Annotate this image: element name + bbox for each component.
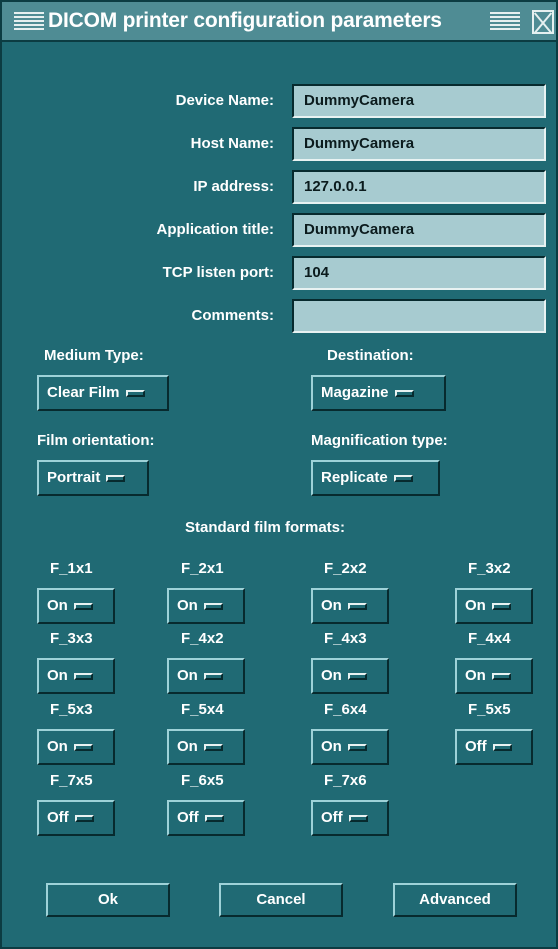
format-value: On [177, 738, 198, 755]
format-value: Off [47, 809, 69, 826]
option-menu-indicator-icon [347, 743, 367, 751]
film-orientation-value: Portrait [47, 469, 101, 486]
format-label: F_5x4 [181, 701, 224, 718]
tcp-listen-port-label: TCP listen port: [162, 264, 274, 281]
format-toggle-menu[interactable]: On [311, 658, 389, 694]
format-toggle-menu[interactable]: Off [311, 800, 389, 836]
ip-address-field[interactable]: 127.0.0.1 [292, 170, 546, 204]
format-label: F_3x3 [50, 630, 93, 647]
format-toggle-menu[interactable]: On [311, 729, 389, 765]
cancel-button[interactable]: Cancel [219, 883, 343, 917]
comments-label: Comments: [191, 307, 274, 324]
format-label: F_5x5 [468, 701, 511, 718]
destination-menu[interactable]: Magazine [311, 375, 446, 411]
format-value: On [321, 667, 342, 684]
option-menu-indicator-icon [73, 743, 93, 751]
format-label: F_1x1 [50, 560, 93, 577]
format-label: F_6x4 [324, 701, 367, 718]
application-title-label: Application title: [156, 221, 275, 238]
format-toggle-menu[interactable]: On [37, 588, 115, 624]
format-toggle-menu[interactable]: Off [167, 800, 245, 836]
medium-type-menu[interactable]: Clear Film [37, 375, 169, 411]
host-name-label: Host Name: [190, 135, 274, 152]
host-name-field[interactable]: DummyCamera [292, 127, 546, 161]
option-menu-indicator-icon [393, 474, 413, 482]
format-value: Off [321, 809, 343, 826]
option-menu-indicator-icon [73, 672, 93, 680]
option-menu-indicator-icon [491, 672, 511, 680]
format-value: On [177, 667, 198, 684]
medium-type-label: Medium Type: [44, 347, 144, 364]
format-label: F_2x1 [181, 560, 224, 577]
format-value: On [321, 597, 342, 614]
format-toggle-menu[interactable]: Off [37, 800, 115, 836]
film-orientation-menu[interactable]: Portrait [37, 460, 149, 496]
window-menu-icon[interactable] [14, 12, 44, 32]
magnification-type-menu[interactable]: Replicate [311, 460, 440, 496]
ok-button[interactable]: Ok [46, 883, 170, 917]
format-value: On [177, 597, 198, 614]
format-value: Off [177, 809, 199, 826]
application-title-field[interactable]: DummyCamera [292, 213, 546, 247]
option-menu-indicator-icon [347, 602, 367, 610]
option-menu-indicator-icon [125, 389, 145, 397]
format-label: F_6x5 [181, 772, 224, 789]
option-menu-indicator-icon [491, 602, 511, 610]
format-toggle-menu[interactable]: On [37, 658, 115, 694]
option-menu-indicator-icon [204, 814, 224, 822]
format-value: On [465, 667, 486, 684]
option-menu-indicator-icon [203, 743, 223, 751]
format-toggle-menu[interactable]: Off [455, 729, 533, 765]
format-value: On [465, 597, 486, 614]
close-icon[interactable] [532, 10, 554, 34]
format-value: On [47, 667, 68, 684]
magnification-type-value: Replicate [321, 469, 388, 486]
medium-type-value: Clear Film [47, 384, 120, 401]
tcp-listen-port-field[interactable]: 104 [292, 256, 546, 290]
format-label: F_4x3 [324, 630, 367, 647]
destination-value: Magazine [321, 384, 389, 401]
option-menu-indicator-icon [74, 814, 94, 822]
format-toggle-menu[interactable]: On [167, 729, 245, 765]
format-toggle-menu[interactable]: On [455, 658, 533, 694]
format-toggle-menu[interactable]: On [167, 588, 245, 624]
option-menu-indicator-icon [73, 602, 93, 610]
option-menu-indicator-icon [203, 602, 223, 610]
format-toggle-menu[interactable]: On [455, 588, 533, 624]
window-grip-icon[interactable] [490, 12, 520, 32]
ip-address-label: IP address: [193, 178, 274, 195]
title-bar[interactable]: DICOM printer configuration parameters [2, 2, 556, 42]
film-formats-heading: Standard film formats: [185, 519, 346, 536]
destination-label: Destination: [327, 347, 414, 364]
format-value: Off [465, 738, 487, 755]
format-label: F_4x2 [181, 630, 224, 647]
format-label: F_4x4 [468, 630, 511, 647]
format-value: On [321, 738, 342, 755]
option-menu-indicator-icon [106, 474, 126, 482]
option-menu-indicator-icon [203, 672, 223, 680]
format-label: F_3x2 [468, 560, 511, 577]
option-menu-indicator-icon [492, 743, 512, 751]
format-label: F_2x2 [324, 560, 367, 577]
format-label: F_5x3 [50, 701, 93, 718]
comments-field[interactable] [292, 299, 546, 333]
format-label: F_7x6 [324, 772, 367, 789]
format-toggle-menu[interactable]: On [167, 658, 245, 694]
option-menu-indicator-icon [348, 814, 368, 822]
option-menu-indicator-icon [347, 672, 367, 680]
device-name-field[interactable]: DummyCamera [292, 84, 546, 118]
format-value: On [47, 597, 68, 614]
format-toggle-menu[interactable]: On [311, 588, 389, 624]
film-orientation-label: Film orientation: [37, 432, 155, 449]
format-value: On [47, 738, 68, 755]
format-toggle-menu[interactable]: On [37, 729, 115, 765]
dialog-window: DICOM printer configuration parameters D… [0, 0, 558, 949]
device-name-label: Device Name: [175, 92, 274, 109]
window-title: DICOM printer configuration parameters [48, 9, 442, 32]
option-menu-indicator-icon [394, 389, 414, 397]
advanced-button[interactable]: Advanced [393, 883, 517, 917]
magnification-type-label: Magnification type: [311, 432, 448, 449]
format-label: F_7x5 [50, 772, 93, 789]
